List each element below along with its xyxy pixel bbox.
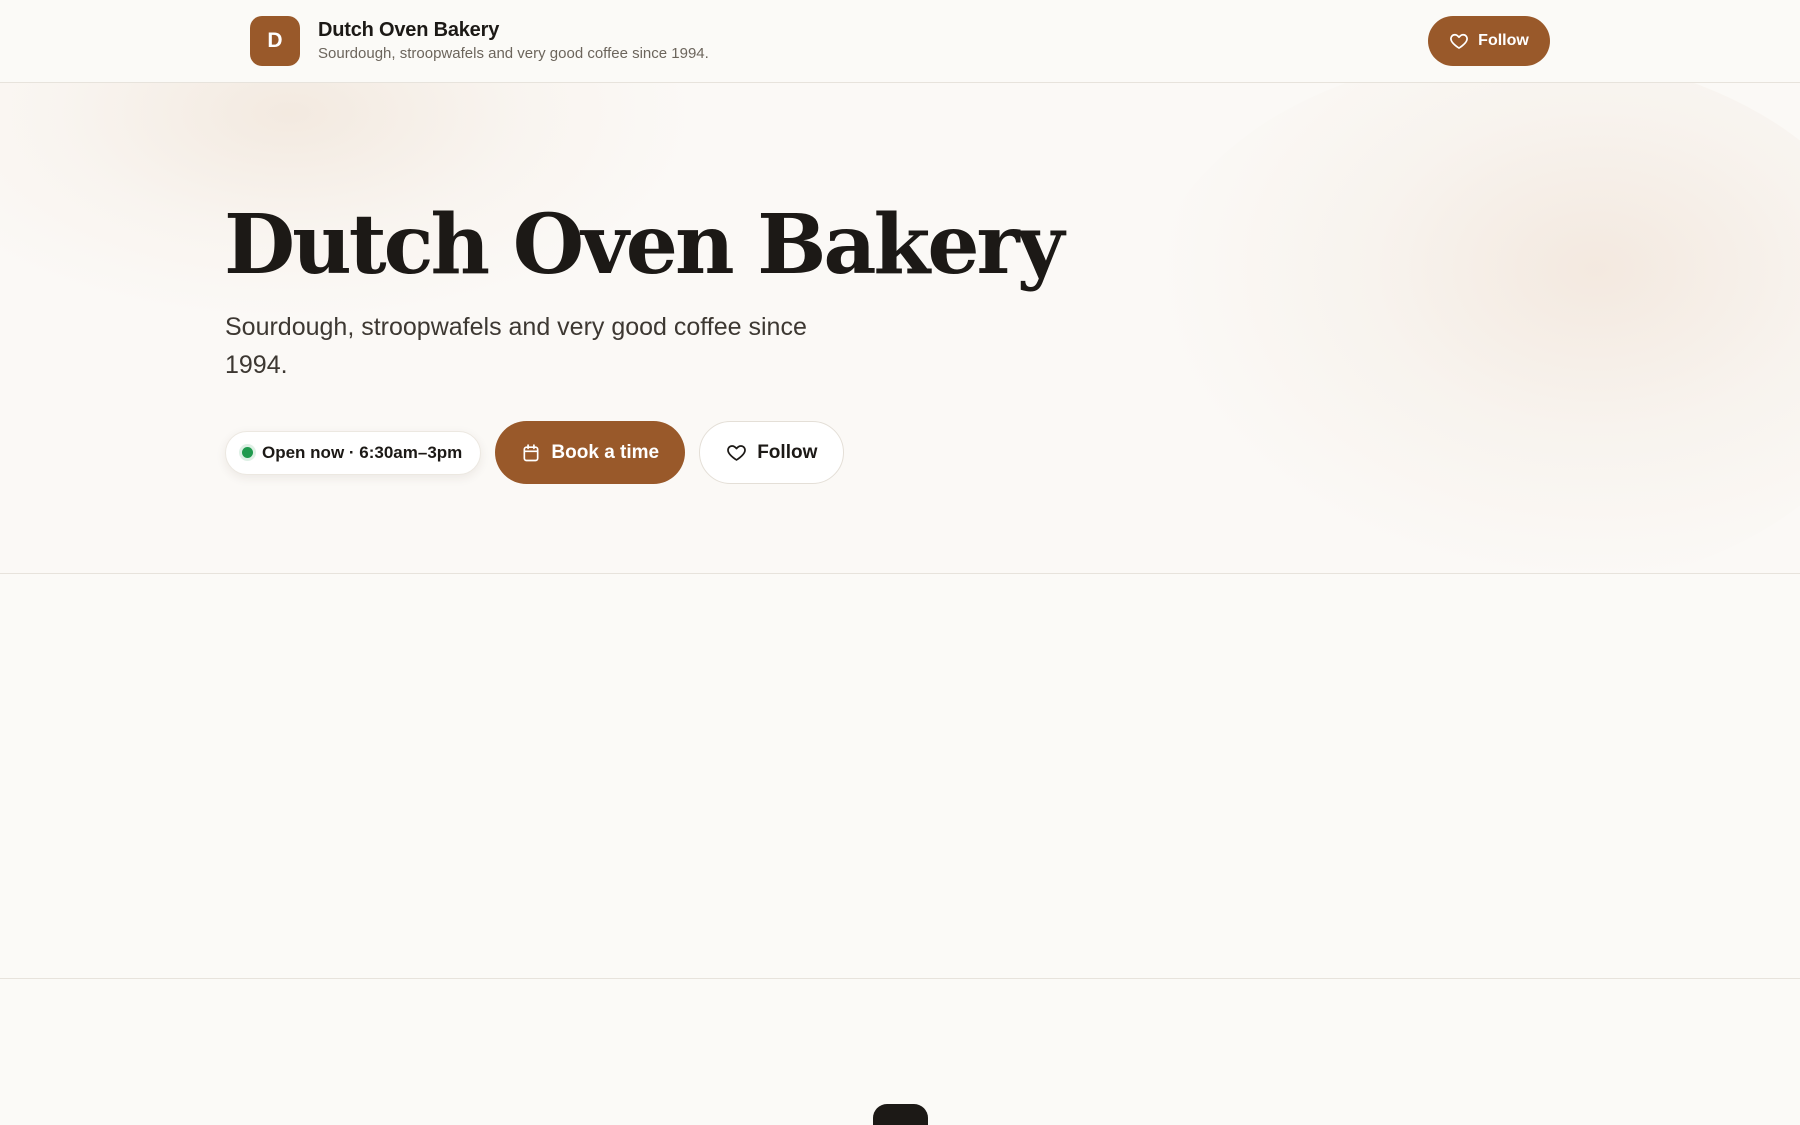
top-bar: D Dutch Oven Bakery Sourdough, stroopwaf… [0, 0, 1800, 83]
hero-subtitle: Sourdough, stroopwafels and very good co… [225, 313, 807, 379]
content-section [0, 574, 1800, 979]
brand-logo-letter: D [267, 29, 283, 52]
book-a-time-button[interactable]: Book a time [495, 421, 686, 484]
hero-follow-label: Follow [757, 441, 818, 463]
book-a-time-label: Book a time [551, 441, 660, 463]
heart-icon [1450, 33, 1469, 49]
brand-logo: D [250, 16, 300, 66]
hero-follow-button[interactable]: Follow [699, 421, 845, 484]
header-follow-label: Follow [1478, 32, 1529, 49]
brand-tagline: Sourdough, stroopwafels and very good co… [318, 45, 709, 62]
brand-name: Dutch Oven Bakery [318, 19, 500, 41]
brand-text: Dutch Oven Bakery Sourdough, stroopwafel… [318, 18, 709, 64]
calendar-icon [523, 443, 539, 461]
hero-glow-right [1140, 83, 1800, 573]
heart-icon [727, 445, 747, 461]
hero-section: Dutch Oven Bakery Sourdough, stroopwafel… [0, 83, 1800, 574]
open-status-text: Open now · 6:30am–3pm [262, 442, 463, 462]
header-follow-button[interactable]: Follow [1428, 16, 1550, 66]
status-dot-icon [242, 447, 253, 458]
brand[interactable]: D Dutch Oven Bakery Sourdough, stroopwaf… [250, 16, 709, 66]
hero-actions: Open now · 6:30am–3pm Book a time Follow [225, 421, 845, 484]
floating-action-button[interactable] [873, 1104, 928, 1125]
page: D Dutch Oven Bakery Sourdough, stroopwaf… [0, 0, 1800, 1125]
hero-title: Dutch Oven Bakery [224, 197, 1064, 293]
open-status-badge: Open now · 6:30am–3pm [225, 430, 482, 475]
